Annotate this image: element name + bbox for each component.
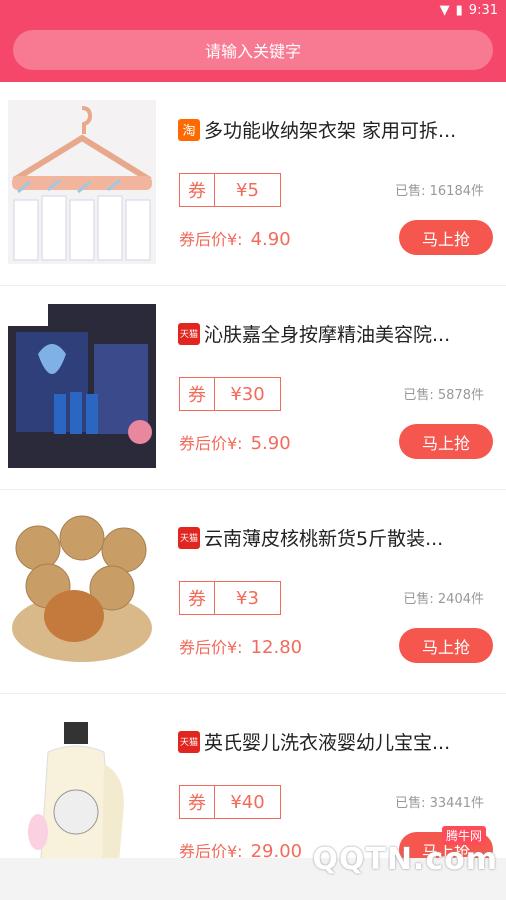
product-image-oil[interactable] [8,304,156,468]
product-image-walnut[interactable] [8,508,156,672]
product-image-detergent[interactable] [8,712,156,876]
coupon-amount: ¥3 [236,587,259,609]
product-title[interactable]: 天猫 沁肤嘉全身按摩精油美容院... [178,320,488,347]
header: 请输入关键字 [0,22,506,82]
tmall-icon: 天猫 [178,526,200,549]
coupon-amount: ¥30 [230,383,265,405]
price-value: 12.80 [250,637,303,658]
wifi-icon: ▼ [439,3,450,18]
price-label: 券后价¥: [179,434,243,453]
product-title[interactable]: 天猫 英氏婴儿洗衣液婴幼儿宝宝... [178,728,488,755]
price-label: 券后价¥: [179,230,243,249]
battery-icon: ▮ [455,3,463,18]
coupon-label: 券 [180,174,215,206]
price-value: 4.90 [250,229,291,250]
buy-button[interactable]: 马上抢 [399,220,493,255]
product-list: 淘 多功能收纳架衣架 家用可拆... 券 ¥5 已售: 16184件 券后价¥:… [0,82,506,898]
coupon-label: 券 [180,582,215,614]
sold-count: 已售: 33441件 [395,796,484,811]
watermark-logo: QQTN.com [312,842,498,877]
coupon-tag: 券 ¥30 [179,377,281,411]
product-image-hanger[interactable] [8,100,156,264]
taobao-icon: 淘 [178,118,200,141]
sold-count: 已售: 16184件 [395,184,484,199]
coupon-label: 券 [180,378,215,410]
price: 券后价¥: 4.90 [179,226,291,250]
coupon-amount: ¥5 [236,179,259,201]
coupon-amount: ¥40 [230,791,265,813]
product-item[interactable]: 淘 多功能收纳架衣架 家用可拆... 券 ¥5 已售: 16184件 券后价¥:… [0,82,506,286]
price-label: 券后价¥: [179,638,243,657]
product-title[interactable]: 淘 多功能收纳架衣架 家用可拆... [178,116,488,143]
coupon-tag: 券 ¥5 [179,173,281,207]
product-title[interactable]: 天猫 云南薄皮核桃新货5斤散装... [178,524,488,551]
coupon-tag: 券 ¥40 [179,785,281,819]
product-item[interactable]: 天猫 沁肤嘉全身按摩精油美容院... 券 ¥30 已售: 5878件 券后价¥:… [0,286,506,490]
clock: 9:31 [468,3,498,18]
price: 券后价¥: 12.80 [179,634,302,658]
product-item[interactable]: 天猫 云南薄皮核桃新货5斤散装... 券 ¥3 已售: 2404件 券后价¥: 1… [0,490,506,694]
buy-button[interactable]: 马上抢 [399,628,493,663]
buy-button[interactable]: 马上抢 [399,424,493,459]
price-value: 5.90 [250,433,291,454]
search-placeholder: 请输入关键字 [204,42,301,61]
price: 券后价¥: 5.90 [179,430,291,454]
tmall-icon: 天猫 [178,322,200,345]
sold-count: 已售: 2404件 [403,592,484,607]
tmall-icon: 天猫 [178,730,200,753]
coupon-tag: 券 ¥3 [179,581,281,615]
search-input[interactable]: 请输入关键字 [13,30,493,70]
sold-count: 已售: 5878件 [403,388,484,403]
coupon-label: 券 [180,786,215,818]
status-bar: ▼ ▮ 9:31 [0,0,506,22]
